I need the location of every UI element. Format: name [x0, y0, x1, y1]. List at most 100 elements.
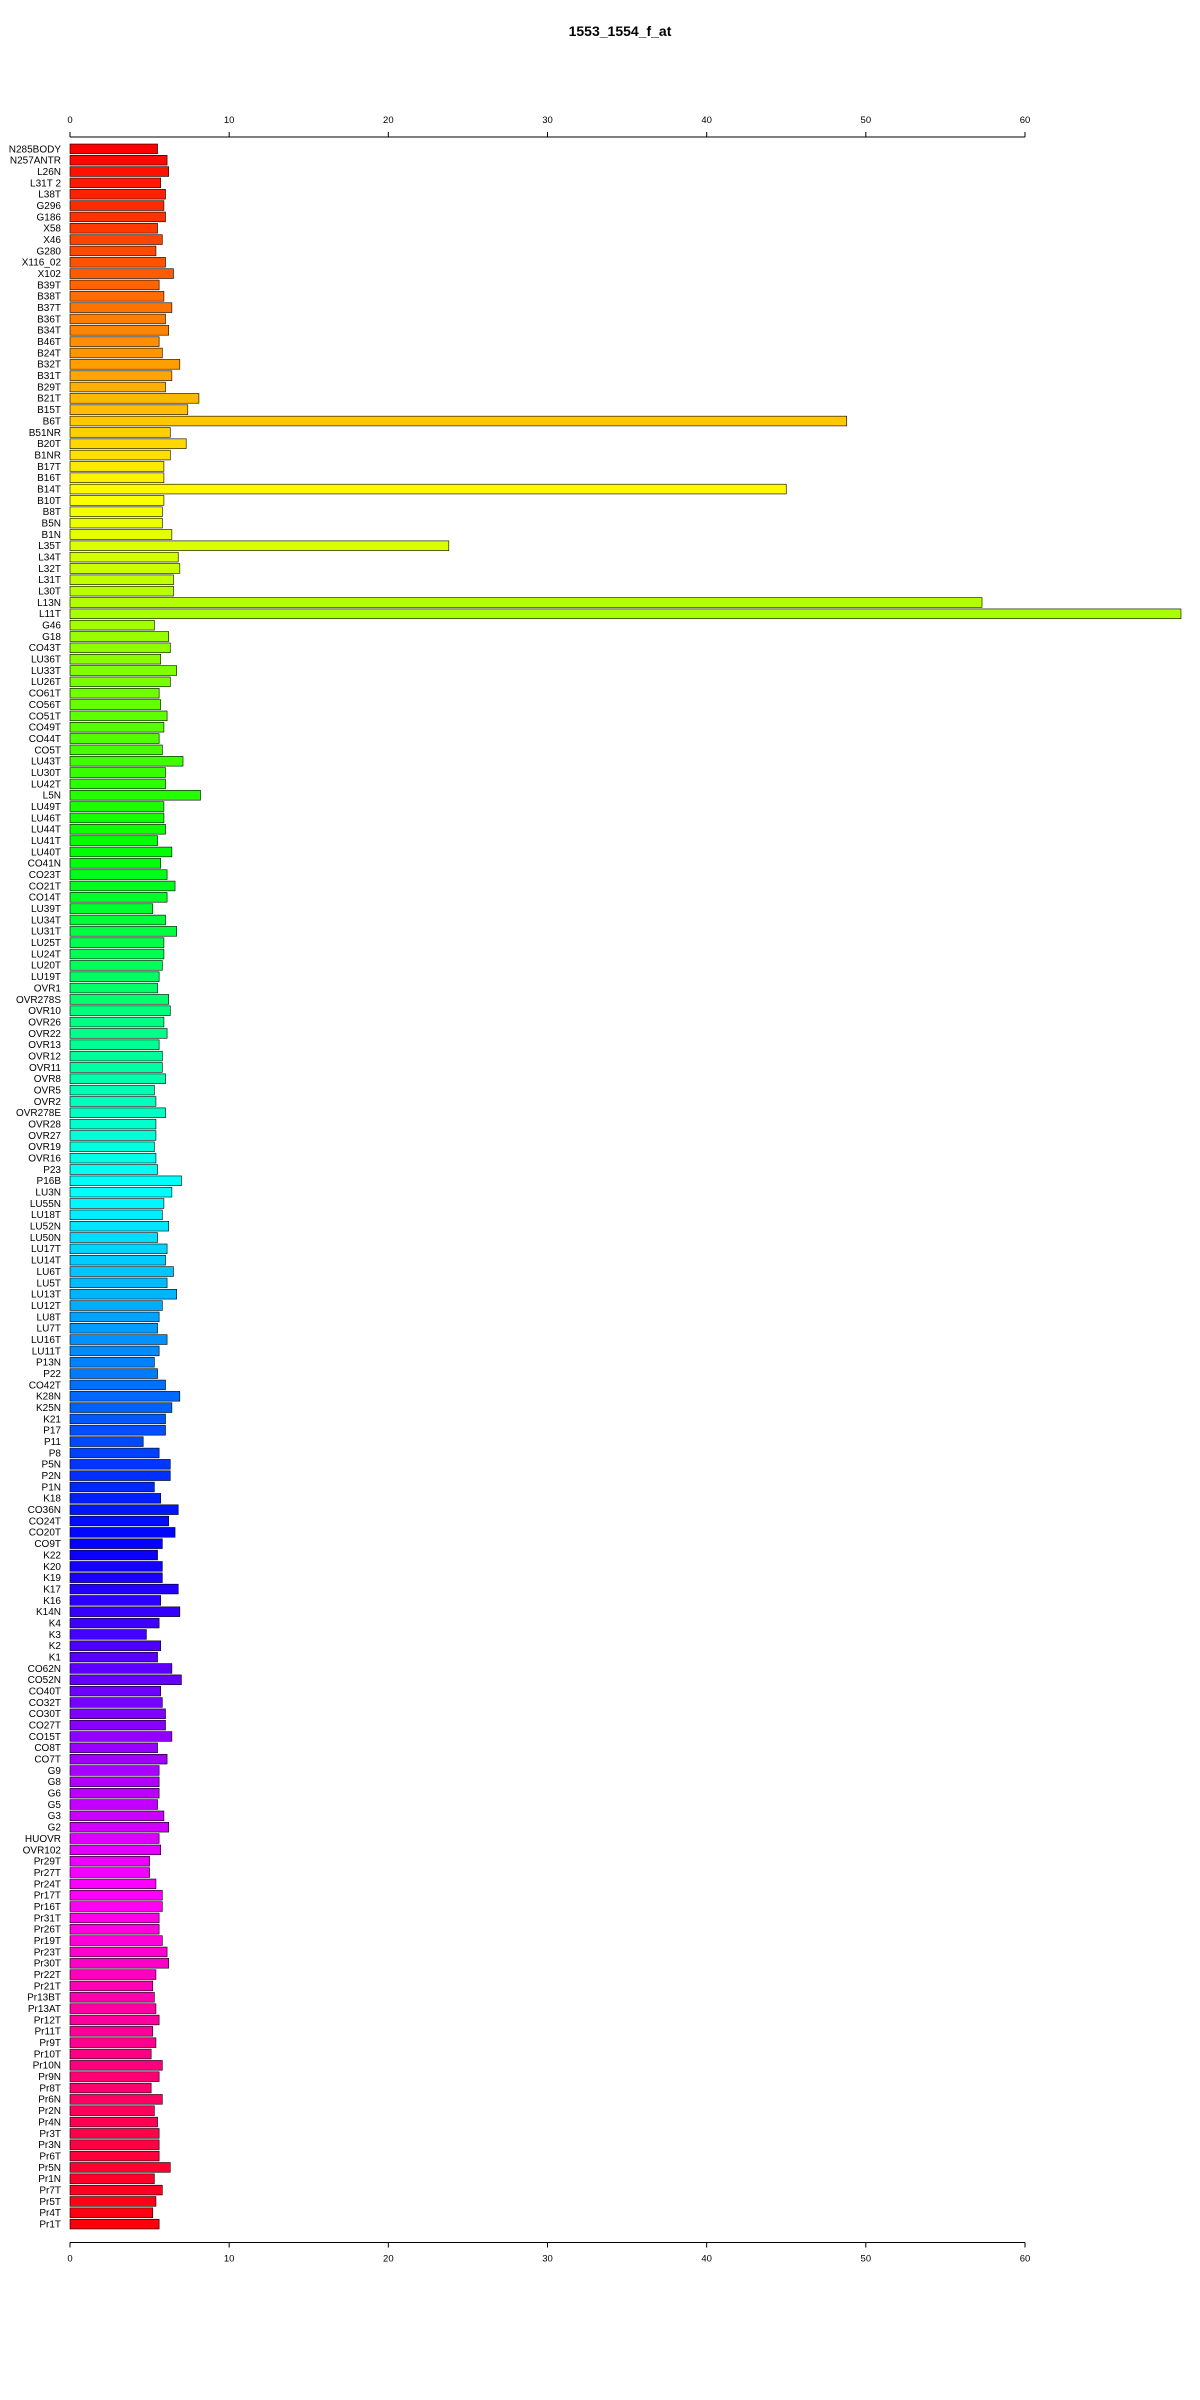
- bar: [69, 699, 162, 710]
- bar: [69, 1958, 169, 1969]
- bar: [69, 1697, 163, 1708]
- category-label: CO5T: [34, 745, 61, 756]
- category-label: B6T: [43, 416, 61, 427]
- category-label: G6: [48, 1789, 62, 1800]
- bar: [69, 982, 158, 994]
- bar: [69, 1323, 158, 1334]
- bar: [69, 926, 177, 937]
- category-label: OVR22: [28, 1029, 61, 1040]
- category-label: K22: [43, 1550, 61, 1561]
- category-label: LU52N: [30, 1222, 61, 1233]
- category-label: Pr5T: [39, 2197, 61, 2208]
- bar: [69, 2082, 152, 2094]
- bar: [69, 1833, 160, 1844]
- bar: [69, 665, 177, 676]
- tick-label: 40: [701, 2254, 712, 2265]
- category-label: CO24T: [29, 1516, 61, 1527]
- bottom-axis: 0 10 20 30 40 50 60: [67, 2242, 1030, 2265]
- bar: [69, 381, 166, 393]
- bar: [69, 1164, 158, 1175]
- category-label: K16: [43, 1596, 61, 1607]
- bar: [69, 1788, 160, 1799]
- category-label: CO56T: [29, 700, 61, 711]
- bar: [69, 960, 163, 971]
- category-label: B31T: [37, 371, 61, 382]
- bar: [69, 529, 173, 540]
- bar: [69, 415, 848, 427]
- category-label: L38T: [38, 190, 61, 201]
- category-label: LU44T: [31, 825, 61, 836]
- bar: [69, 1765, 160, 1776]
- category-label: Pr16T: [34, 1902, 61, 1913]
- bar: [69, 1890, 163, 1901]
- category-label: B46T: [37, 337, 61, 348]
- category-label: X102: [38, 269, 62, 280]
- bar: [69, 948, 165, 960]
- bar: [69, 2207, 154, 2218]
- category-label: CO14T: [29, 893, 61, 904]
- category-label: P2N: [42, 1471, 61, 1482]
- bar: [69, 1946, 168, 1958]
- bar: [69, 2094, 163, 2105]
- bar: [69, 812, 165, 824]
- bar: [69, 642, 171, 654]
- bar: [69, 597, 983, 608]
- bar: [69, 234, 163, 245]
- category-label: L34T: [38, 552, 61, 563]
- category-label: LU49T: [31, 802, 61, 813]
- category-label: Pr1T: [39, 2219, 61, 2230]
- tick-label: 20: [383, 115, 394, 126]
- category-label: LU33T: [31, 666, 61, 677]
- category-label: OVR10: [28, 1006, 61, 1017]
- bar: [69, 1255, 166, 1266]
- bar: [69, 574, 174, 585]
- bar: [69, 143, 158, 155]
- category-label: LU16T: [31, 1335, 61, 1346]
- category-label: Pr4T: [39, 2208, 61, 2219]
- category-label: P5N: [42, 1460, 61, 1471]
- category-label: B36T: [37, 314, 61, 325]
- tick-label: 50: [861, 2254, 872, 2265]
- bar: [69, 676, 171, 688]
- bar: [69, 937, 165, 948]
- category-label: B10T: [37, 496, 61, 507]
- tick-label: 50: [861, 115, 872, 126]
- bar: [69, 971, 160, 982]
- category-label: LU42T: [31, 779, 61, 790]
- category-label: B1NR: [34, 450, 61, 461]
- category-label: X46: [43, 235, 61, 246]
- category-label: OVR8: [34, 1074, 62, 1085]
- category-label: K18: [43, 1494, 61, 1505]
- bar: [69, 506, 163, 517]
- bar: [69, 1186, 173, 1198]
- bar: [69, 1708, 166, 1719]
- bar: [69, 1844, 162, 1856]
- bar: [69, 1538, 163, 1549]
- bar: [69, 177, 162, 189]
- bar: [69, 1459, 171, 1470]
- bar: [69, 472, 165, 483]
- category-label: LU12T: [31, 1301, 61, 1312]
- category-label: CO49T: [29, 723, 61, 734]
- bar: [69, 1685, 162, 1697]
- category-label: Pr5N: [38, 2163, 61, 2174]
- category-label: B20T: [37, 439, 61, 450]
- category-label: Pr8T: [39, 2083, 61, 2094]
- category-label: L26N: [37, 167, 61, 178]
- category-label: Pr2N: [38, 2106, 61, 2117]
- category-label: LU13T: [31, 1290, 61, 1301]
- category-label: K2: [49, 1641, 62, 1652]
- category-label: Pr27T: [34, 1868, 61, 1879]
- category-label: Pr11T: [35, 2027, 62, 2038]
- bar: [69, 722, 165, 733]
- bar: [69, 1402, 173, 1413]
- category-label: LU18T: [31, 1210, 61, 1221]
- bar: [69, 688, 160, 699]
- bar: [69, 1924, 160, 1935]
- category-label: Pr12T: [34, 2015, 61, 2026]
- bar: [69, 2173, 155, 2184]
- bar: [69, 1005, 171, 1016]
- category-label: Pr10N: [33, 2061, 61, 2072]
- bar: [69, 1561, 163, 1572]
- bar: [69, 2060, 163, 2071]
